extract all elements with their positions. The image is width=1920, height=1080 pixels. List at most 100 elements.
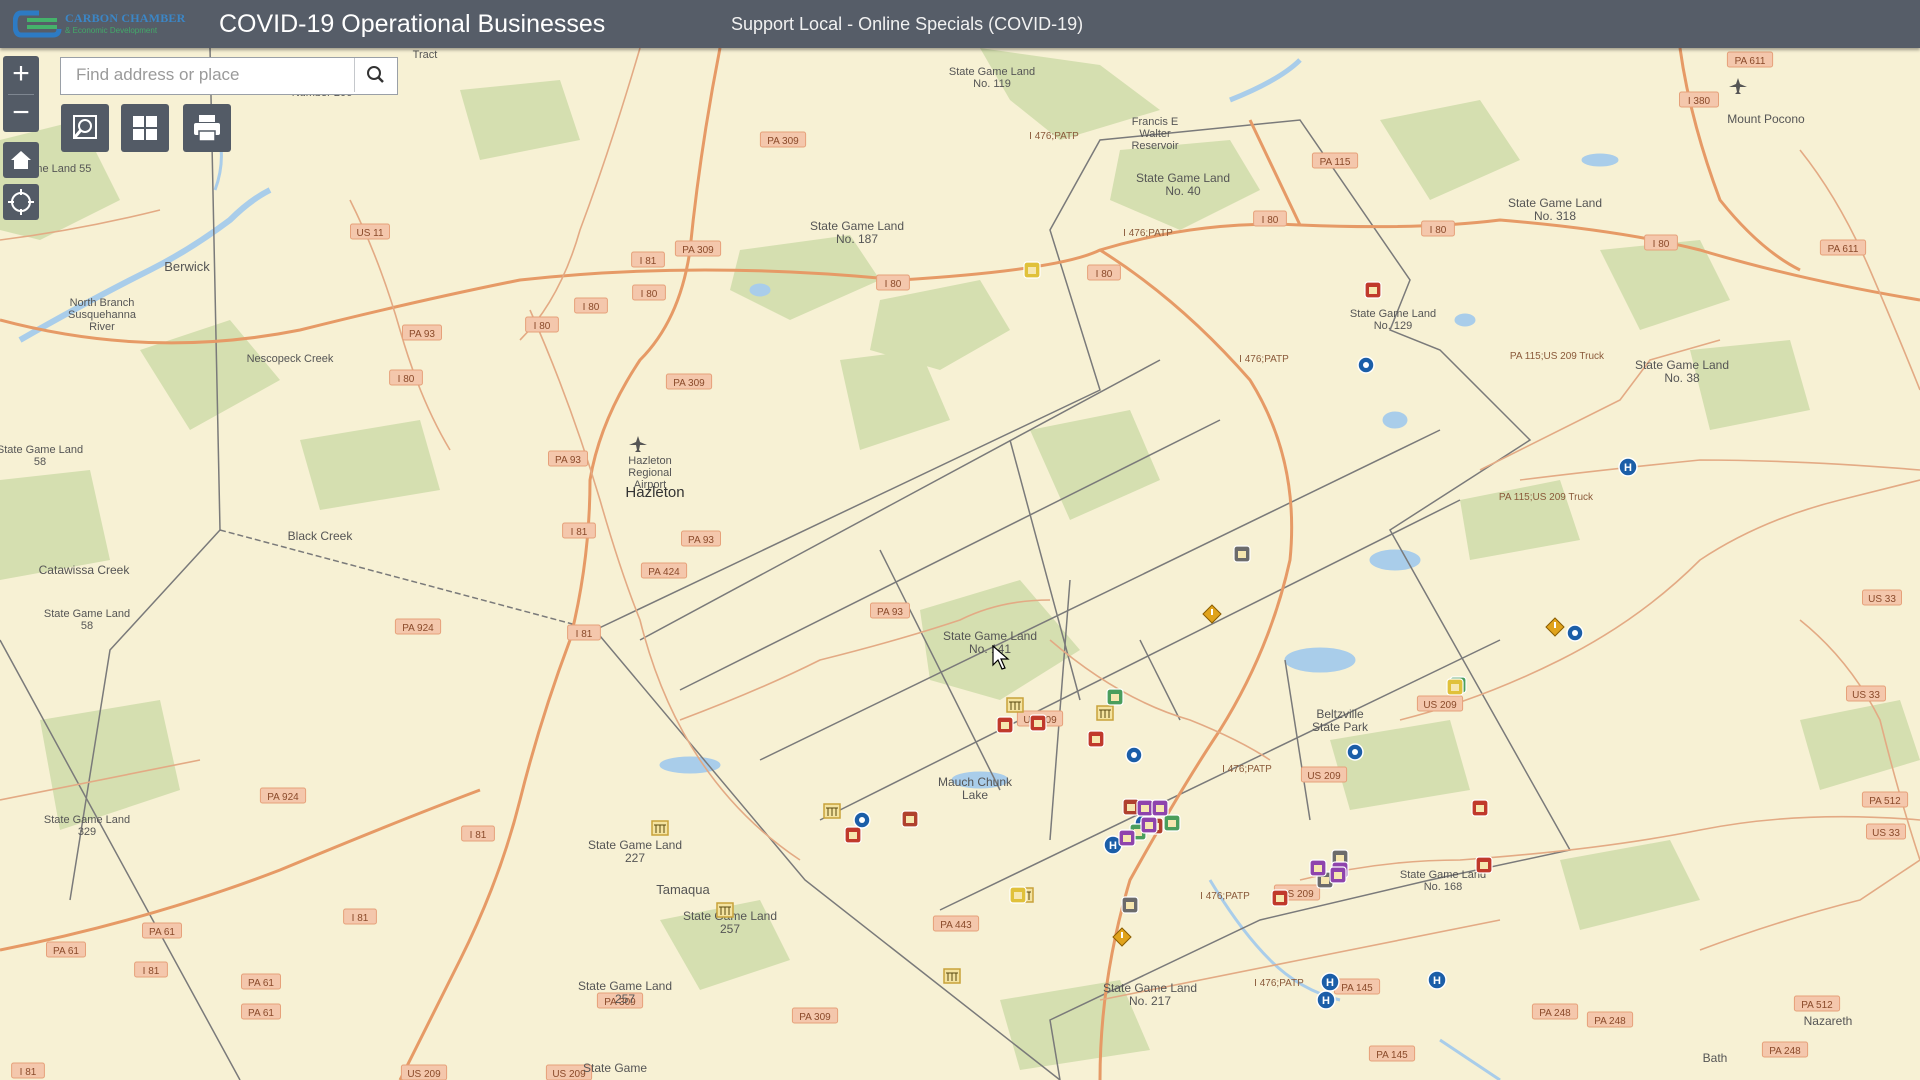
svg-text:H: H xyxy=(1624,462,1632,474)
road-shield-label: PA 248 xyxy=(1769,1046,1801,1057)
road-shield: I 80 xyxy=(574,297,608,314)
government-icon[interactable] xyxy=(716,902,734,918)
search-input[interactable] xyxy=(61,58,381,92)
shopping-bag-icon[interactable] xyxy=(1087,730,1105,748)
restaurant-icon[interactable] xyxy=(901,810,919,828)
road-shield: US 209 xyxy=(1416,695,1464,712)
government-icon[interactable] xyxy=(943,968,961,984)
chamber-logo-mark xyxy=(12,10,62,38)
shopping-bag-icon[interactable] xyxy=(1475,856,1493,874)
zoom-in-button[interactable]: + xyxy=(3,56,39,94)
locate-icon xyxy=(8,189,34,215)
government-icon[interactable] xyxy=(651,820,669,836)
road-label: PA 115;US 209 Truck xyxy=(1510,351,1605,362)
shopping-bag-icon[interactable] xyxy=(844,826,862,844)
road-shield: I 81 xyxy=(134,961,168,978)
road-shield: PA 309 xyxy=(791,1007,839,1024)
shopping-bag-icon[interactable] xyxy=(1029,714,1047,732)
road-shield-label: PA 512 xyxy=(1801,1000,1833,1011)
road-shield: PA 248 xyxy=(1531,1003,1579,1020)
road-shield: I 80 xyxy=(525,316,559,333)
road-shield: I 80 xyxy=(1644,234,1678,251)
road-shield: I 380 xyxy=(1679,91,1719,108)
map-canvas[interactable]: PA 309PA 309PA 309PA 309PA 309I 81I 81I … xyxy=(0,48,1920,1080)
road-shield: I 80 xyxy=(1087,264,1121,281)
road-shield: I 81 xyxy=(11,1062,45,1079)
road-shield: PA 309 xyxy=(674,240,722,257)
place-label: Black Creek xyxy=(288,529,354,543)
road-shield: PA 424 xyxy=(640,562,688,579)
road-shield: I 80 xyxy=(389,369,423,386)
road-shield: PA 512 xyxy=(1793,995,1841,1012)
government-icon[interactable] xyxy=(1096,705,1114,721)
place-label: Tract xyxy=(413,49,438,61)
hospital-icon[interactable]: H xyxy=(1427,970,1447,990)
svg-text:H: H xyxy=(1433,975,1441,987)
shopping-bag-icon[interactable] xyxy=(996,716,1014,734)
cluster-icon[interactable] xyxy=(1140,816,1158,834)
government-icon[interactable] xyxy=(1006,697,1024,713)
road-shield-label: PA 611 xyxy=(1828,244,1859,255)
road-shield-label: US 209 xyxy=(1423,700,1457,711)
road-shield-label: I 81 xyxy=(352,913,369,924)
road-shield: US 33 xyxy=(1862,589,1902,606)
map-app: CARBON CHAMBER & Economic Development CO… xyxy=(0,0,1920,1080)
road-shield-label: US 33 xyxy=(1872,828,1900,839)
zoom-control: + − xyxy=(3,56,39,132)
search-button[interactable] xyxy=(354,58,397,92)
home-button[interactable] xyxy=(3,142,39,178)
place-label: Nescopeck Creek xyxy=(247,353,334,365)
app-title: COVID-19 Operational Businesses xyxy=(219,10,606,38)
road-shield-label: I 80 xyxy=(398,374,415,385)
road-shield-label: PA 309 xyxy=(767,136,799,147)
hospital-icon[interactable]: H xyxy=(1320,972,1340,992)
recreation-icon[interactable] xyxy=(1106,688,1124,706)
utility-icon[interactable] xyxy=(1446,678,1464,696)
information-icon[interactable] xyxy=(1346,743,1364,761)
road-shield-label: PA 924 xyxy=(402,623,434,634)
basemap-gallery-button[interactable] xyxy=(121,104,169,152)
information-icon[interactable] xyxy=(1357,356,1375,374)
shopping-bag-icon[interactable] xyxy=(1271,889,1289,907)
government-icon[interactable] xyxy=(823,803,841,819)
information-icon[interactable] xyxy=(853,811,871,829)
hospital-icon[interactable]: H xyxy=(1316,990,1336,1010)
road-shield: US 33 xyxy=(1866,823,1906,840)
road-shield-label: PA 309 xyxy=(682,245,714,256)
locate-button[interactable] xyxy=(3,184,39,220)
road-shield-label: PA 424 xyxy=(648,567,680,578)
road-shield: I 81 xyxy=(631,251,665,268)
information-icon[interactable] xyxy=(1566,624,1584,642)
search-extent-button[interactable] xyxy=(61,104,109,152)
shopping-bag-icon[interactable] xyxy=(1471,799,1489,817)
road-shield-label: I 80 xyxy=(1653,239,1670,250)
road-shield-label: PA 924 xyxy=(267,792,299,803)
cluster-icon[interactable] xyxy=(1329,866,1347,884)
zoom-out-button[interactable]: − xyxy=(3,95,39,133)
hospital-icon[interactable]: H xyxy=(1618,457,1638,477)
wellness-icon[interactable] xyxy=(1233,545,1251,563)
place-label: Nazareth xyxy=(1804,1014,1853,1028)
road-shield: PA 115 xyxy=(1311,152,1359,169)
search-widget xyxy=(60,57,398,95)
road-shield-label: I 380 xyxy=(1688,96,1711,107)
shopping-bag-icon[interactable] xyxy=(1364,281,1382,299)
place-label: Catawissa Creek xyxy=(39,563,131,577)
road-shield-label: PA 611 xyxy=(1735,56,1766,67)
information-icon[interactable] xyxy=(1125,746,1143,764)
cluster-icon[interactable] xyxy=(1309,859,1327,877)
svg-text:H: H xyxy=(1322,995,1330,1007)
utility-icon[interactable] xyxy=(1023,261,1041,279)
road-label: I 476;PATP xyxy=(1254,978,1304,989)
utility-icon[interactable] xyxy=(1009,886,1027,904)
wellness-icon[interactable] xyxy=(1121,896,1139,914)
road-shield: US 209 xyxy=(400,1064,448,1080)
print-button[interactable] xyxy=(183,104,231,152)
search-extent-icon xyxy=(73,115,97,139)
cluster-icon[interactable] xyxy=(1136,799,1154,817)
road-shield: PA 611 xyxy=(1726,51,1774,68)
recreation-icon[interactable] xyxy=(1163,814,1181,832)
cluster-icon[interactable] xyxy=(1151,799,1169,817)
road-shield-label: I 81 xyxy=(470,830,487,841)
cluster-icon[interactable] xyxy=(1118,829,1136,847)
